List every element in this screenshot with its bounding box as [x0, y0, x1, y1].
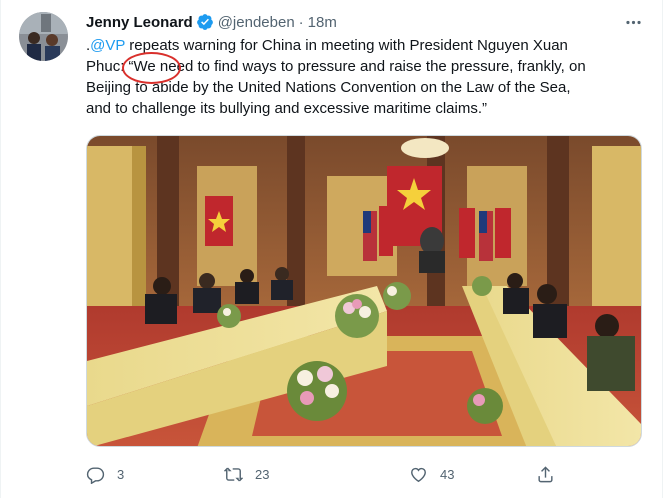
reply-icon: [86, 466, 105, 484]
share-icon: [538, 465, 553, 482]
tweet-text-line-4: and to challenge its bullying and excess…: [86, 100, 488, 117]
like-icon: [411, 467, 426, 482]
author-name[interactable]: Jenny Leonard: [86, 14, 193, 31]
reply-count: 3: [117, 466, 125, 482]
like-button[interactable]: 43: [409, 460, 454, 488]
tweet-header: Jenny Leonard @jendeben · 18m: [86, 12, 337, 32]
share-button[interactable]: [536, 460, 555, 488]
avatar-image: [19, 12, 68, 61]
more-icon: [625, 20, 641, 24]
tweet-text-line-2: Phuc: “We need to find ways to pressure …: [86, 58, 586, 75]
retweet-count: 23: [255, 466, 270, 482]
tweet-text-line-1: .@VP repeats warning for China in meetin…: [86, 35, 636, 56]
retweet-icon: [224, 467, 243, 481]
like-count: 43: [440, 466, 455, 482]
timestamp[interactable]: 18m: [308, 14, 337, 31]
mention-link[interactable]: @VP: [90, 37, 125, 54]
meeting-photo-image: [87, 136, 641, 446]
tweet-text-line-3: Beijing to abide by the United Nations C…: [86, 79, 571, 96]
tweet-text: .@VP repeats warning for China in meetin…: [86, 35, 636, 119]
more-button[interactable]: [621, 10, 645, 34]
tweet-photo[interactable]: [86, 135, 642, 447]
retweet-button[interactable]: 23: [224, 460, 269, 488]
text-line-1-rest: repeats warning for China in meeting wit…: [125, 37, 568, 54]
verified-badge-icon: [196, 14, 213, 30]
reply-button[interactable]: 3: [86, 460, 124, 488]
tweet-card[interactable]: Jenny Leonard @jendeben · 18m .@VP repea…: [0, 0, 663, 498]
author-handle[interactable]: @jendeben: [218, 14, 295, 31]
tweet-actions: 3 23 43: [86, 460, 636, 488]
separator-dot: ·: [298, 13, 304, 31]
avatar[interactable]: [19, 12, 68, 61]
